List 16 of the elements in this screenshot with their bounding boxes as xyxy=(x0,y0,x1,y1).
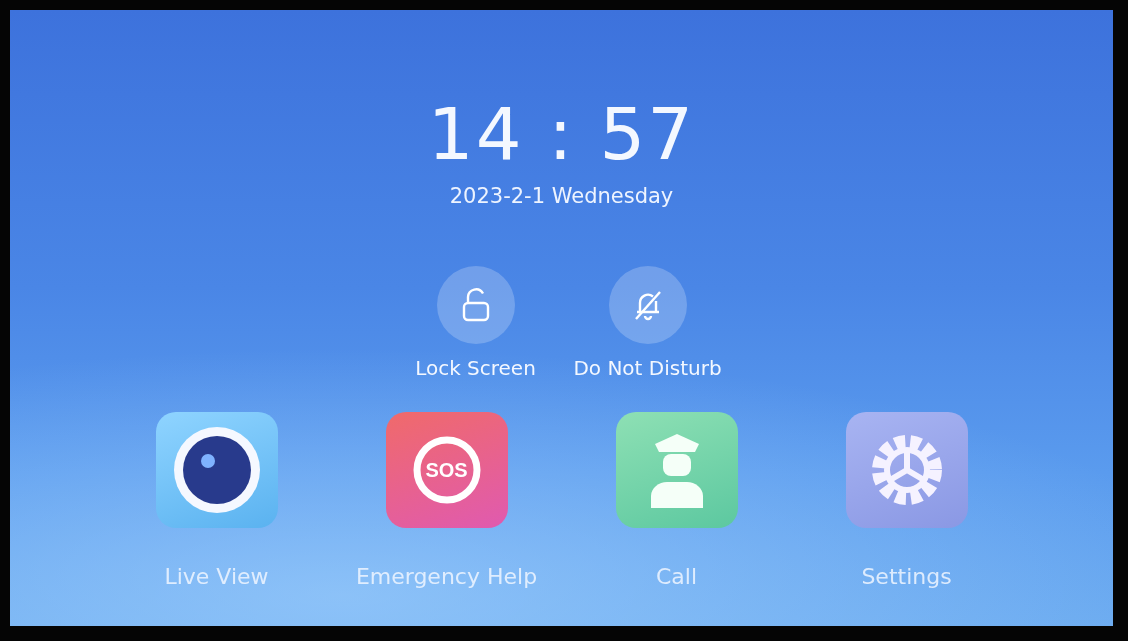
clock-date: 2023-2-1 Wednesday xyxy=(449,184,674,208)
app-tile[interactable] xyxy=(845,412,968,528)
app-tile[interactable] xyxy=(615,412,738,528)
app-label: Live View xyxy=(164,564,269,589)
sos-text: SOS xyxy=(425,458,468,482)
camera-lens-icon xyxy=(171,425,262,515)
sos-ring-icon xyxy=(411,435,482,505)
action-label: Lock Screen xyxy=(415,356,536,380)
app-label: Emergency Help xyxy=(355,564,538,589)
app-label: Settings xyxy=(861,564,952,589)
app-tile[interactable] xyxy=(155,412,278,528)
app-tile[interactable]: SOS xyxy=(385,412,508,528)
unlocked-padlock-icon xyxy=(460,288,491,322)
app-label: Call xyxy=(655,564,698,589)
action-label: Do Not Disturb xyxy=(573,356,722,380)
clock-time: 14 : 57 xyxy=(427,98,696,170)
